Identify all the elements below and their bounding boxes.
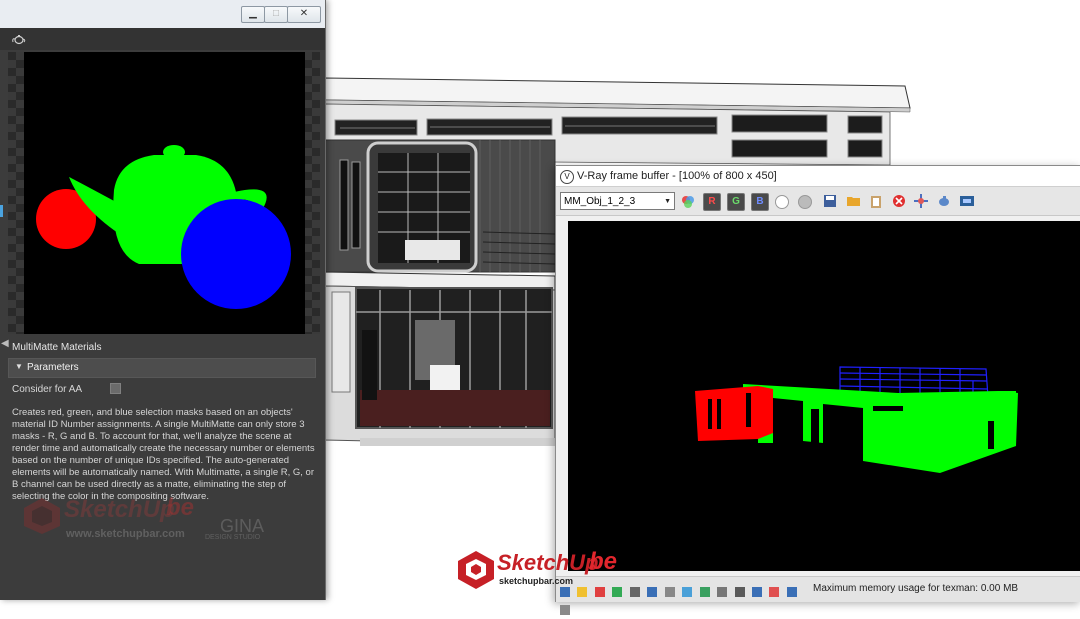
multimatte-render [695,366,1018,473]
pixel-info-icon[interactable] [717,586,728,597]
watermark-brand-suffix: be [166,494,195,521]
crosshair-icon [914,194,928,208]
vfb-toolbar: MM_Obj_1_2_3 ▼ R G B [556,187,1080,216]
info-icon[interactable] [560,604,570,615]
teapot-render-icon [939,196,949,206]
render-channel-select[interactable]: MM_Obj_1_2_3 ▼ [560,192,675,210]
clear-icon [893,195,905,207]
maximize-button[interactable]: □ [264,6,288,23]
render-red-volume [695,386,773,441]
editor-toolbar [0,28,325,50]
stamp-icon[interactable] [786,586,797,597]
parameters-label: Parameters [27,362,79,373]
memory-status-text: Maximum memory usage for texman: 0.00 MB [813,583,1019,594]
consider-for-aa-label: Consider for AA [12,384,83,395]
teapot-icon [12,35,26,45]
histogram-icon[interactable] [629,586,640,597]
compare-h-icon[interactable] [751,586,762,597]
clipboard-icon [871,196,881,208]
curve-icon[interactable] [647,586,658,597]
exposure-icon[interactable] [682,586,693,597]
watermark-brand-suffix-text: be [589,548,618,575]
vfb-title-bar[interactable]: V V-Ray frame buffer - [100% of 800 x 45… [556,166,1080,187]
watermark-url: www.sketchupbar.com [66,528,185,540]
watermark-studio-sub: DESIGN STUDIO [205,534,261,541]
preview-blue-sphere [181,199,291,309]
material-name-label: MultiMatte Materials [12,342,102,353]
green-channel-button[interactable]: G [727,193,745,211]
save-image-button[interactable] [822,193,838,209]
watermark-logo-icon [24,498,60,534]
watermark-brand: SketchUp [64,496,175,523]
hue-icon[interactable] [734,586,745,597]
render-channel-value: MM_Obj_1_2_3 [564,196,636,207]
blue-channel-button[interactable]: B [751,193,769,211]
lens-icon[interactable] [664,586,675,597]
minimize-button[interactable]: ▁ [241,6,265,23]
vfb-status-bar: Maximum memory usage for texman: 0.00 MB [556,576,1080,615]
render-green-volume [743,384,1018,473]
rollout-expanded-icon: ▼ [15,362,23,371]
editor-title-bar[interactable]: ▁ □ ✕ [0,0,325,29]
minimize-icon: ▁ [249,8,257,19]
history-button[interactable] [959,193,975,209]
color-correction-icon[interactable] [680,193,696,209]
color-wheel-icon [682,196,694,208]
red-channel-button[interactable]: R [703,193,721,211]
close-button[interactable]: ✕ [287,6,321,23]
material-preview [24,52,305,334]
collapse-arrow-icon[interactable]: ◀ [1,338,9,350]
folder-icon [847,197,860,206]
open-image-button[interactable] [846,193,862,209]
chevron-down-icon: ▼ [664,198,671,205]
alpha-view-button[interactable] [798,195,812,209]
render-region-button[interactable] [936,193,952,209]
save-icon [824,195,836,207]
material-preview-frame [8,52,320,334]
watermark-url-text: sketchupbar.com [499,576,574,586]
vray-frame-buffer-window: V V-Ray frame buffer - [100% of 800 x 45… [555,165,1080,615]
copy-clipboard-button[interactable] [868,193,884,209]
lut-icon[interactable] [699,586,710,597]
vray-logo-icon: V [560,170,574,184]
vfb-title: V-Ray frame buffer - [100% of 800 x 450] [577,170,777,182]
bottom-watermark: SketchUp be sketchupbar.com [457,548,627,596]
material-description: Creates red, green, and blue selection m… [12,407,315,502]
mono-view-button[interactable] [775,195,789,209]
consider-for-aa-checkbox[interactable] [110,383,121,394]
track-mouse-button[interactable] [913,193,929,209]
sketchup-logo-icon [458,551,494,589]
close-icon: ✕ [299,8,309,19]
watermark-brand-text: SketchUp [497,550,599,575]
panel-dock-marker [0,205,3,217]
material-editor-panel: ▁ □ ✕ ◀ MultiMatte Materials ▼ Parameter… [0,0,326,600]
preview-render [36,145,291,309]
parameters-rollout-header[interactable]: ▼ Parameters [8,358,316,378]
clear-image-button[interactable] [891,193,907,209]
maximize-icon: □ [272,8,280,19]
teapot-material-icon[interactable] [12,32,26,46]
compare-v-icon[interactable] [769,586,780,597]
history-icon [960,196,974,206]
render-image[interactable] [568,221,1080,571]
